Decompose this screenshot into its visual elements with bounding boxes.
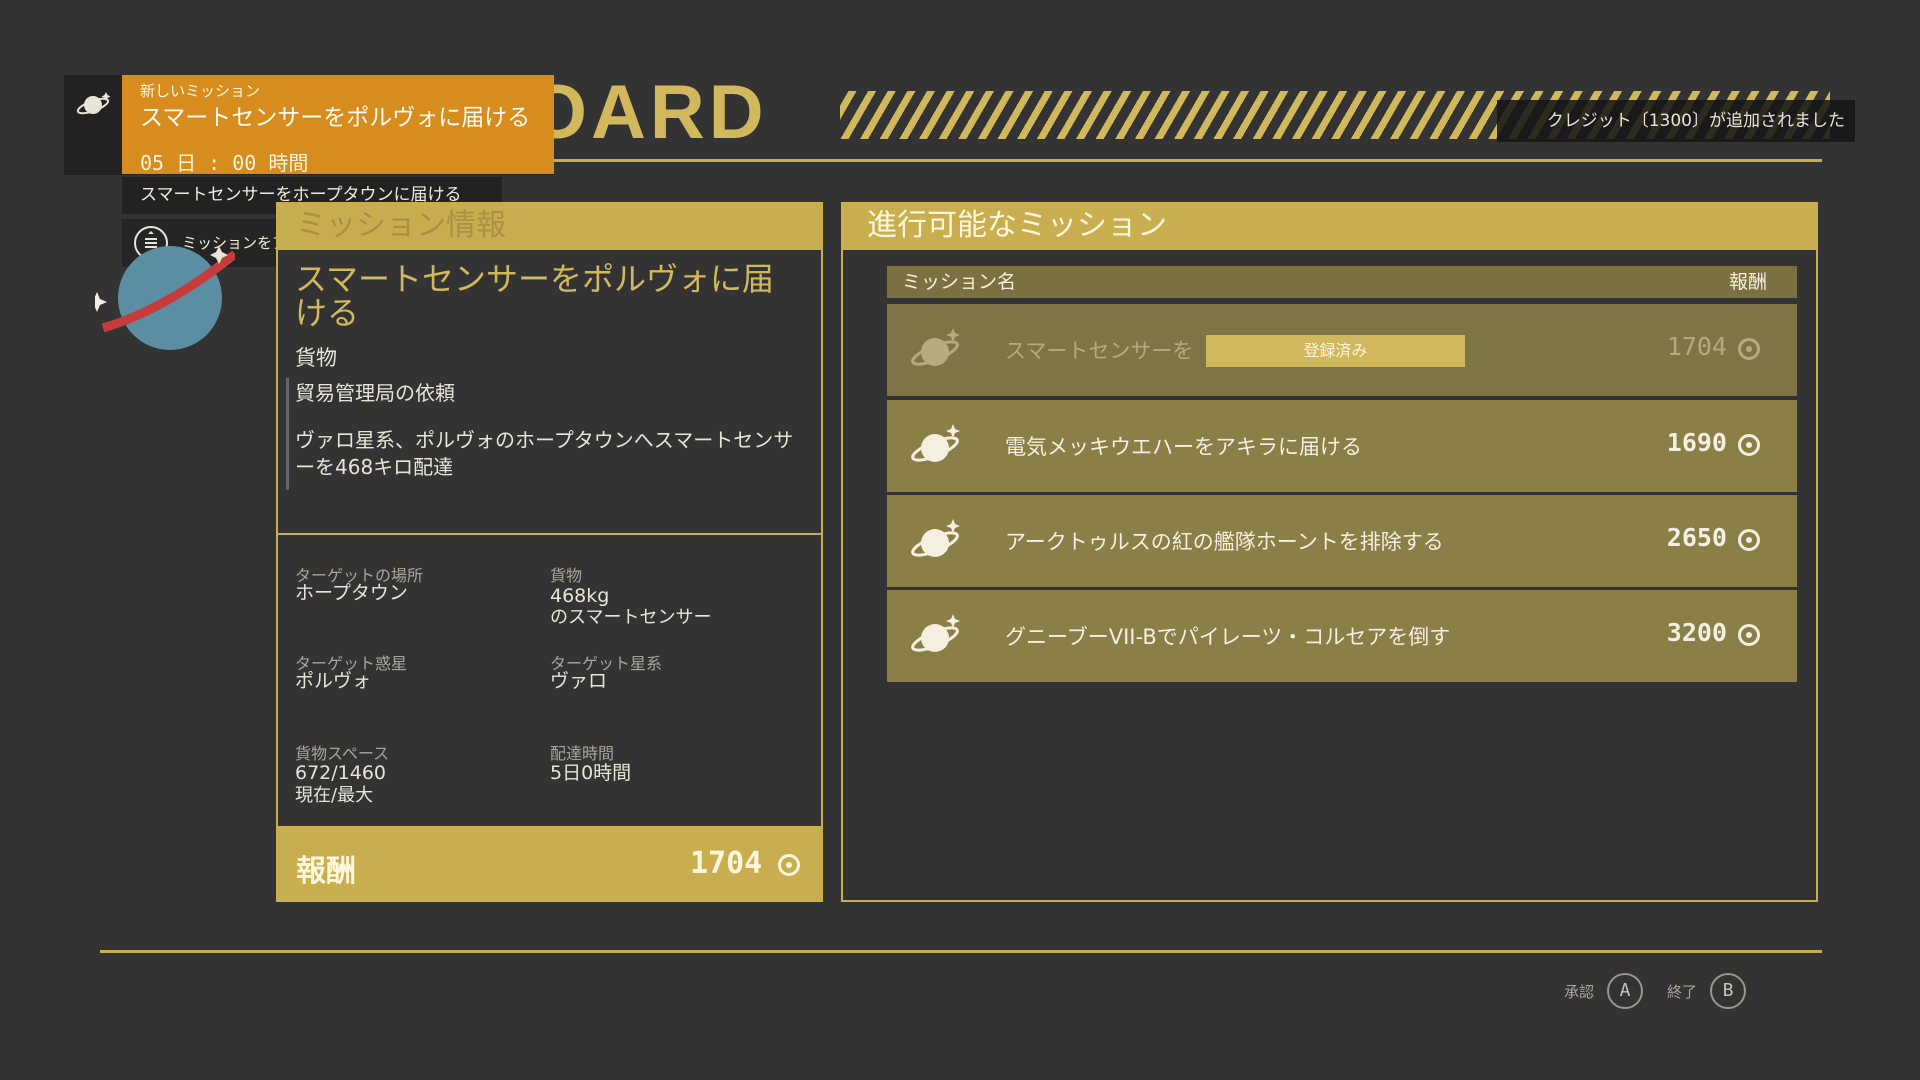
client-accent-bar [286, 378, 289, 490]
exit-button[interactable]: B [1710, 973, 1746, 1009]
cargo-weight: 468kg [550, 585, 610, 607]
exit-label: 終了 [1667, 983, 1698, 1001]
available-missions-header: 進行可能なミッション [841, 202, 1818, 250]
mission-name: 電気メッキウエハーをアキラに届ける [1005, 435, 1362, 459]
cargo-detail-label: 貨物 [550, 566, 583, 585]
planet-icon [911, 424, 960, 462]
mission-reward: 2650 [1666, 523, 1727, 552]
reward-label: 報酬 [296, 854, 356, 889]
reward-value: 1704 [690, 846, 763, 881]
planet-icon [911, 614, 960, 652]
column-mission-name: ミッション名 [902, 271, 1017, 293]
cargo-space-value: 672/1460 [295, 762, 387, 784]
footer-divider [100, 950, 1822, 953]
registered-badge: 登録済み [1206, 335, 1465, 367]
delivery-time: 5日0時間 [550, 762, 632, 784]
cargo-space-label: 貨物スペース [295, 744, 390, 763]
delivery-time-label: 配達時間 [550, 744, 615, 763]
cargo-item: のスマートセンサー [550, 607, 712, 628]
notification-title: スマートセンサーをポルヴォに届ける [140, 105, 531, 131]
mission-row[interactable]: 電気メッキウエハーをアキラに届ける 1690 [887, 400, 1797, 492]
column-reward: 報酬 [1728, 271, 1767, 293]
accept-button[interactable]: A [1607, 973, 1643, 1009]
credit-toast: クレジット〔1300〕が追加されました [1497, 100, 1855, 142]
credit-icon [1738, 529, 1760, 551]
notification-time: 05 日 : 00 時間 [140, 151, 309, 175]
target-system: ヴァロ [550, 670, 608, 692]
credit-icon [1738, 434, 1760, 456]
planet-emblem-icon [95, 246, 235, 350]
mission-title: スマートセンサーをポルヴォに届ける [295, 260, 775, 332]
mission-reward: 1690 [1666, 428, 1727, 457]
credit-icon [1738, 338, 1760, 360]
missions-table-header: ミッション名 報酬 [887, 266, 1797, 298]
accept-label: 承認 [1564, 983, 1595, 1001]
target-location: ホープタウン [295, 582, 408, 604]
planet-icon [911, 328, 960, 366]
mission-reward: 1704 [1666, 332, 1727, 361]
credit-icon [1738, 624, 1760, 646]
panel-divider [278, 533, 821, 535]
mission-info-header: ミッション情報 [276, 202, 823, 250]
target-planet: ポルヴォ [295, 670, 372, 692]
mission-type: 貨物 [295, 346, 337, 370]
mission-reward: 3200 [1666, 618, 1727, 647]
cargo-space-caption: 現在/最大 [295, 785, 374, 806]
planet-icon [911, 519, 960, 557]
mission-row[interactable]: アークトゥルスの紅の艦隊ホーントを排除する 2650 [887, 495, 1797, 587]
credit-icon [778, 854, 800, 876]
planet-icon [76, 92, 111, 115]
mission-name: スマートセンサーを [1005, 339, 1194, 363]
mission-row[interactable]: スマートセンサーを 登録済み 1704 [887, 304, 1797, 396]
mission-name: アークトゥルスの紅の艦隊ホーントを排除する [1005, 530, 1444, 554]
mission-row[interactable]: グニーブーVII-Bでパイレーツ・コルセアを倒す 3200 [887, 590, 1797, 682]
mission-client: 貿易管理局の依頼 [295, 381, 455, 405]
mission-description: ヴァロ星系、ポルヴォのホープタウンへスマートセンサーを468キロ配達 [295, 428, 794, 479]
mission-name: グニーブーVII-Bでパイレーツ・コルセアを倒す [1005, 625, 1451, 649]
